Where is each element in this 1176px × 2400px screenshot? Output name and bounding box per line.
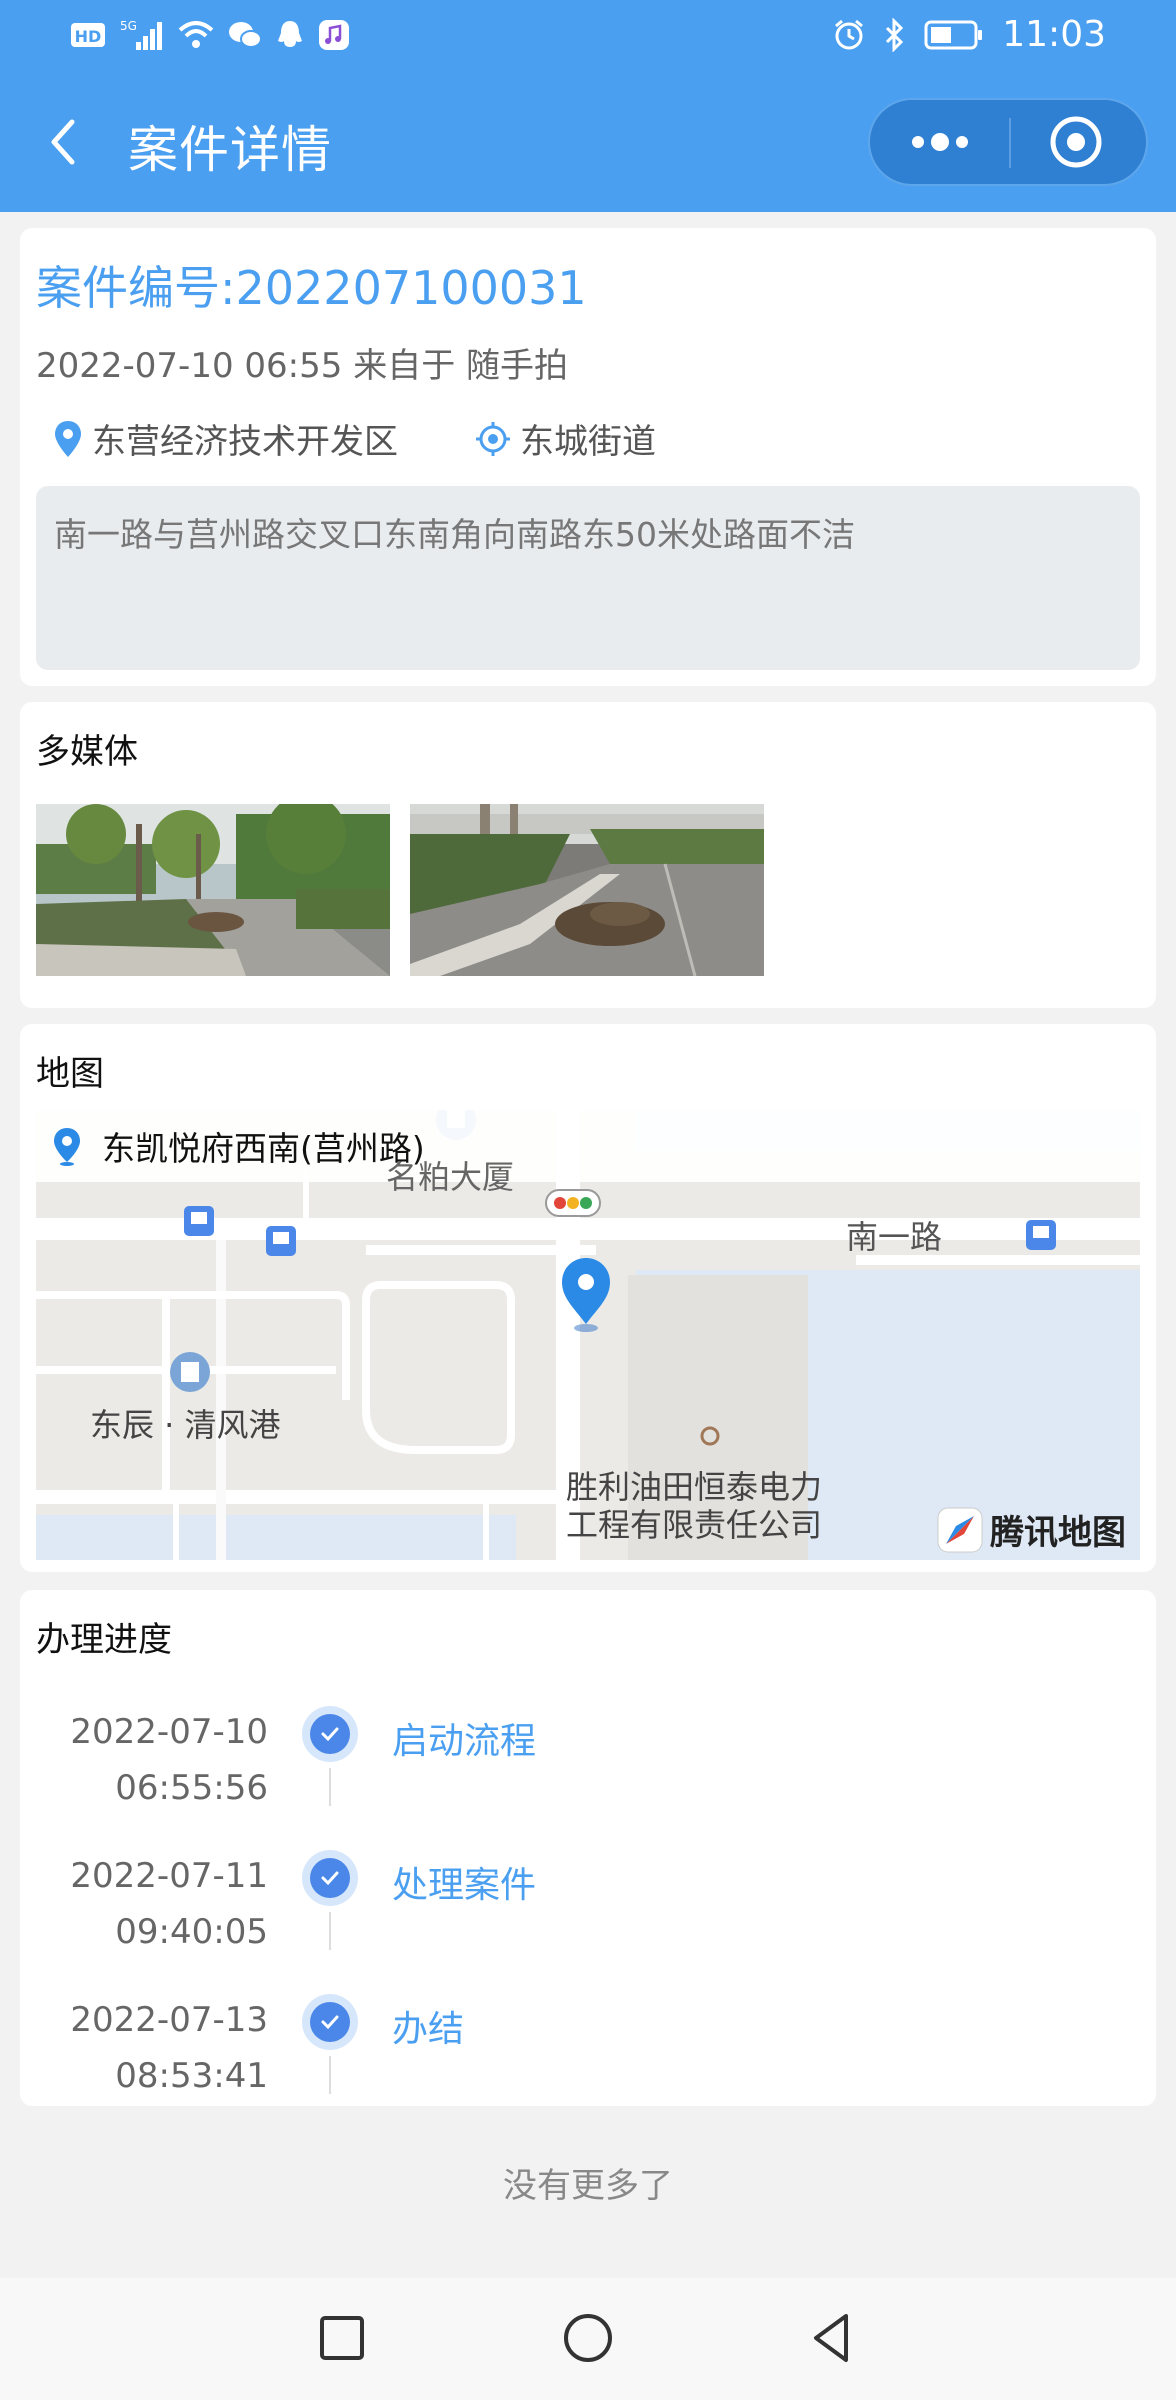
locate-target-icon [476,421,510,456]
media-title: 多媒体 [36,732,138,772]
road-photo-1[interactable] [36,804,390,976]
building-icon [170,1352,210,1392]
compass-logo-icon [937,1507,983,1552]
case-description: 南一路与莒州路交叉口东南角向南路东50米处路面不洁 [36,486,1140,670]
tencent-map-logo: 腾讯地图 [936,1505,1126,1554]
road-photo-2[interactable] [410,804,764,976]
system-back-button[interactable] [802,2308,862,2368]
system-nav-bar [0,2278,1176,2400]
map-title: 地图 [36,1054,104,1094]
map-location-name: 东凯悦府西南(莒州路) [102,1129,425,1168]
qq-icon [278,21,302,47]
status-bar: HD 5G 11:03 [0,0,1176,72]
map-card: 地图 东凯悦府西南(莒州路) 名粕大厦 南一路 东辰 · 清风港 胜利油田恒泰电… [20,1024,1156,1572]
status-icons-right: 11:03 [832,14,1106,55]
step-label: 启动流程 [392,1721,537,1762]
step-datetime: 2022-07-11 09:40:05 [70,1848,268,1960]
step-time: 06:55:56 [115,1768,268,1808]
check-icon [302,1994,358,2050]
battery-icon [924,20,983,49]
media-card: 多媒体 [20,702,1156,1008]
hd-icon: HD [71,23,105,47]
progress-card: 办理进度 2022-07-10 06:55:56 启动流程 2022-07-11… [20,1590,1156,2106]
road-photo-1-image [36,804,390,976]
svg-text:HD: HD [75,27,102,46]
svg-text:5G: 5G [120,19,137,33]
step-date: 2022-07-11 [70,1856,268,1896]
wechat-icon [229,22,262,48]
map-view[interactable]: 东凯悦府西南(莒州路) 名粕大厦 南一路 东辰 · 清风港 胜利油田恒泰电力 工… [36,1110,1140,1560]
home-button[interactable] [558,2308,618,2368]
location-pin-icon [54,1128,80,1166]
street-label: 东城街道 [520,422,656,462]
more-dots-icon [912,133,968,151]
bluetooth-icon [886,17,904,52]
step-date: 2022-07-13 [70,2000,268,2040]
timeline-step: 2022-07-13 08:53:41 办结 [20,1978,1156,2122]
target-circle-icon [1050,116,1102,168]
bus-stop-icon [266,1226,296,1256]
square-icon [320,2316,364,2360]
map-logo-text: 腾讯地图 [990,1513,1126,1553]
district-tag: 东营经济技术开发区 [36,414,398,463]
step-label: 办结 [392,2009,465,2050]
step-date: 2022-07-10 [70,1712,268,1752]
traffic-light-icon [545,1189,601,1217]
step-time: 08:53:41 [115,2056,268,2096]
back-button[interactable] [40,112,90,172]
case-number: 案件编号:202207100031 [36,261,587,315]
map-poi-label: 工程有限责任公司 [566,1506,823,1544]
map-road-label: 南一路 [846,1218,943,1256]
wifi-icon [178,21,214,48]
close-button[interactable] [1010,100,1146,184]
alarm-icon [835,19,864,49]
timeline-connector [329,1912,331,1950]
nav-bar: 案件详情 [0,72,1176,212]
more-button[interactable] [870,100,1010,184]
road-photo-2-image [410,804,764,976]
chevron-left-icon [51,119,75,165]
check-icon [302,1706,358,1762]
circle-icon [564,2314,612,2362]
page-title: 案件详情 [128,121,332,179]
mini-program-capsule [868,98,1148,186]
triangle-back-icon [814,2314,848,2362]
case-meta: 2022-07-10 06:55 来自于 随手拍 [36,346,568,386]
timeline-connector [329,1768,331,1806]
map-pin-icon [55,420,81,457]
district-label: 东营经济技术开发区 [92,422,398,462]
5g-signal-icon: 5G [120,19,162,50]
timeline-step: 2022-07-10 06:55:56 启动流程 [20,1690,1156,1834]
music-icon [319,20,349,50]
timeline-connector [329,2056,331,2094]
map-location-bar: 东凯悦府西南(莒州路) [36,1110,1140,1182]
step-time: 09:40:05 [115,1912,268,1952]
recent-apps-button[interactable] [312,2308,372,2368]
status-time: 11:03 [1002,14,1106,55]
street-tag: 东城街道 [458,414,656,463]
map-poi-label: 东辰 · 清风港 [90,1406,281,1444]
step-label: 处理案件 [392,1865,537,1906]
step-datetime: 2022-07-10 06:55:56 [70,1704,268,1816]
bus-stop-icon [1026,1220,1056,1250]
bus-stop-icon [184,1206,214,1236]
status-icons-left: HD 5G [70,18,350,52]
location-row: 东营经济技术开发区 东城街道 [36,414,716,463]
case-info-card: 案件编号:202207100031 2022-07-10 06:55 来自于 随… [20,228,1156,686]
step-datetime: 2022-07-13 08:53:41 [70,1992,268,2104]
check-icon [302,1850,358,1906]
no-more-text: 没有更多了 [503,2166,673,2206]
timeline-step: 2022-07-11 09:40:05 处理案件 [20,1834,1156,1978]
map-poi-label: 名粕大厦 [386,1158,515,1196]
progress-title: 办理进度 [36,1620,172,1660]
